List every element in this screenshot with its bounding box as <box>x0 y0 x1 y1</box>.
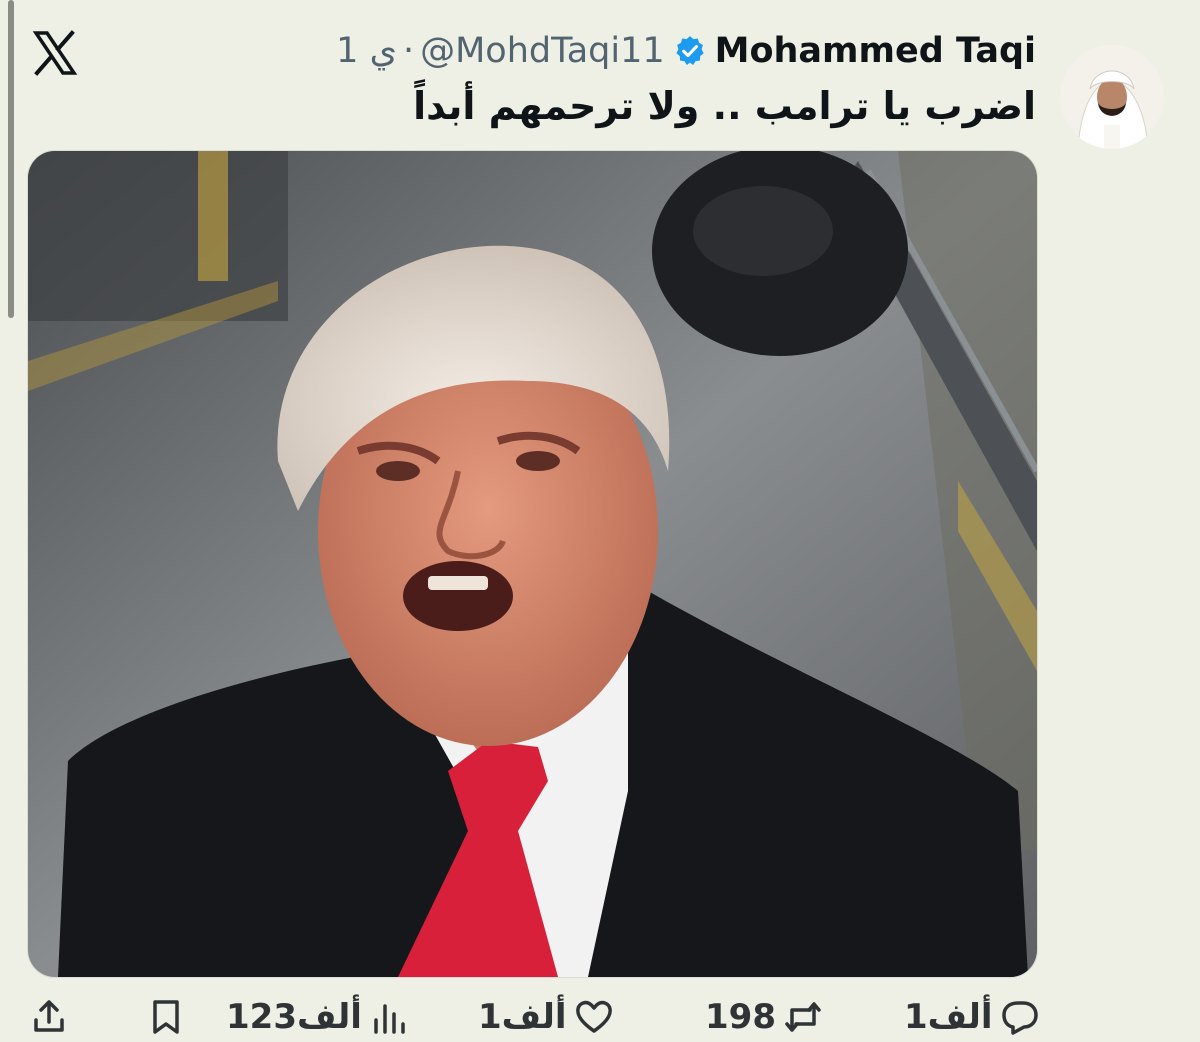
share-icon <box>34 1000 64 1032</box>
heart-icon <box>575 1000 612 1033</box>
views-icon <box>374 1004 405 1034</box>
retweet-icon <box>785 1002 821 1032</box>
user-handle[interactable]: @MohdTaqi11 <box>420 26 665 76</box>
views-button[interactable]: 123ألف <box>226 992 410 1042</box>
retweet-button[interactable]: 198 <box>705 992 824 1042</box>
reply-icon <box>1001 1001 1038 1035</box>
verified-badge-icon <box>676 36 704 66</box>
tweet-text: اضرب يا ترامب .. ولا ترحمهم أبداً <box>413 84 1036 128</box>
tweet-time[interactable]: 1 ي <box>336 26 397 76</box>
views-count: 123ألف <box>226 997 362 1037</box>
share-button[interactable] <box>28 992 70 1042</box>
display-name[interactable]: Mohammed Taqi <box>715 26 1036 76</box>
likes-count: 1ألف <box>478 997 567 1037</box>
retweets-count: 198 <box>705 997 776 1037</box>
x-logo-icon[interactable] <box>32 30 78 76</box>
reply-button[interactable]: 1ألف <box>904 992 1041 1042</box>
replies-count: 1ألف <box>904 997 993 1037</box>
scrollbar[interactable] <box>8 0 14 318</box>
bookmark-button[interactable] <box>145 992 187 1042</box>
bookmark-icon <box>153 1000 179 1034</box>
avatar[interactable] <box>1060 45 1164 149</box>
like-button[interactable]: 1ألف <box>478 992 615 1042</box>
tweet-image[interactable] <box>27 150 1038 978</box>
separator-dot: · <box>402 31 415 71</box>
